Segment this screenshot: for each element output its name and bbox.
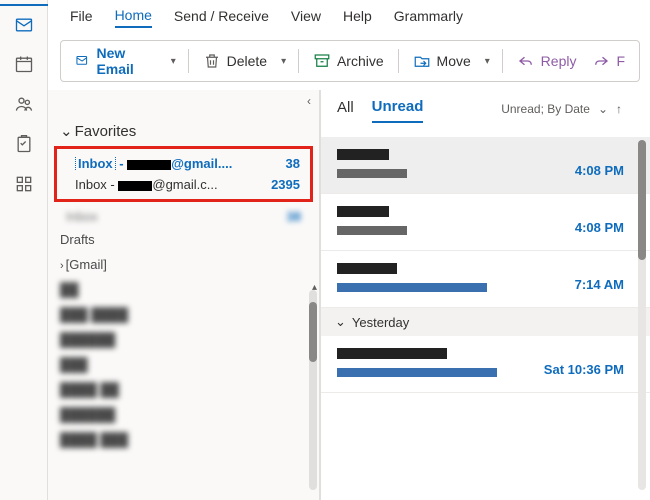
collapse-tree-button[interactable]: ‹ [307, 94, 311, 108]
apps-rail-button[interactable] [0, 164, 48, 204]
mail-rail-button[interactable] [0, 4, 48, 44]
message-time: 7:14 AM [575, 277, 624, 292]
reply-icon [517, 52, 535, 70]
calendar-rail-button[interactable] [0, 44, 48, 84]
people-icon [14, 94, 34, 114]
archive-icon [313, 52, 331, 70]
favorites-header[interactable]: ⌄Favorites [48, 118, 319, 146]
chevron-down-icon: ⌄ [60, 122, 73, 140]
filter-label[interactable]: Unread; By Date [501, 102, 590, 116]
list-scroll-thumb[interactable] [638, 140, 646, 260]
favorite-inbox-2[interactable]: Inbox - @gmail.c... 2395 [61, 174, 306, 195]
inbox-dup-label: Inbox [66, 209, 281, 224]
favorites-label: Favorites [75, 123, 137, 140]
folder-item[interactable]: ████ ██ [60, 377, 307, 402]
delete-label: Delete [227, 53, 267, 69]
inbox-dup-count: 38 [281, 209, 301, 224]
group-yesterday-label: Yesterday [352, 315, 409, 330]
inbox-folder[interactable]: Inbox38 [60, 206, 307, 227]
tasks-rail-button[interactable] [0, 124, 48, 164]
menu-send-receive[interactable]: Send / Receive [174, 8, 269, 27]
folder-item[interactable]: ████ ███ [60, 427, 307, 452]
gmail-label: [Gmail] [66, 257, 107, 272]
new-email-dropdown[interactable]: ▾ [167, 56, 180, 67]
menu-home[interactable]: Home [115, 7, 152, 28]
tree-scrollbar[interactable] [309, 290, 317, 490]
separator [398, 49, 399, 73]
archive-label: Archive [337, 53, 384, 69]
reply-button[interactable]: Reply [511, 48, 583, 74]
message-time: 4:08 PM [575, 163, 624, 178]
mail-plus-icon [75, 52, 90, 70]
message-item[interactable]: 7:14 AM [321, 251, 650, 308]
chevron-right-icon: › [60, 260, 64, 272]
message-item[interactable]: Sat 10:36 PM [321, 336, 650, 393]
message-sender [337, 204, 634, 220]
annotation-highlight: Inbox - @gmail.... 38 Inbox - @gmail.c..… [54, 146, 313, 202]
inbox1-label: Inbox [75, 156, 116, 171]
folder-item[interactable]: ██ [60, 277, 307, 302]
calendar-icon [14, 54, 34, 74]
drafts-label: Drafts [60, 232, 95, 247]
reply-label: Reply [541, 53, 577, 69]
message-sender [337, 346, 634, 362]
archive-button[interactable]: Archive [307, 48, 390, 74]
menu-view[interactable]: View [291, 8, 321, 27]
inbox2-label: Inbox - [75, 177, 115, 192]
message-sender [337, 261, 634, 277]
separator [502, 49, 503, 73]
message-sender [337, 147, 634, 163]
delete-dropdown[interactable]: ▾ [277, 56, 290, 67]
forward-button[interactable]: F [586, 48, 631, 74]
folder-item[interactable]: ██████ [60, 327, 307, 352]
tree-scroll-thumb[interactable] [309, 302, 317, 362]
mail-icon [14, 15, 34, 35]
redacted-text [118, 181, 152, 191]
message-time: Sat 10:36 PM [544, 362, 624, 377]
tasks-icon [14, 134, 34, 154]
delete-button[interactable]: Delete [197, 48, 273, 74]
new-email-label: New Email [96, 45, 156, 77]
inbox2-account: @gmail.c... [152, 177, 217, 192]
message-item[interactable]: 4:08 PM [321, 137, 650, 194]
menu-file[interactable]: File [70, 8, 93, 27]
move-label: Move [437, 53, 471, 69]
drafts-folder[interactable]: Drafts [60, 227, 307, 252]
move-button[interactable]: Move [407, 48, 477, 74]
separator [188, 49, 189, 73]
forward-label: F [616, 53, 625, 69]
inbox1-count: 38 [280, 156, 300, 171]
menu-help[interactable]: Help [343, 8, 372, 27]
move-icon [413, 52, 431, 70]
group-yesterday[interactable]: ⌄ Yesterday [321, 308, 650, 336]
separator [298, 49, 299, 73]
folder-item[interactable]: ██████ [60, 402, 307, 427]
apps-icon [14, 174, 34, 194]
redacted-text [127, 160, 171, 170]
favorite-inbox-1[interactable]: Inbox - @gmail.... 38 [61, 153, 306, 174]
move-dropdown[interactable]: ▾ [481, 56, 494, 67]
folder-item[interactable]: ███ ████ [60, 302, 307, 327]
list-scrollbar[interactable] [638, 140, 646, 490]
people-rail-button[interactable] [0, 84, 48, 124]
filter-dropdown-icon[interactable]: ⌄ [598, 102, 608, 116]
tab-all[interactable]: All [337, 99, 354, 122]
gmail-folder[interactable]: ›[Gmail] [60, 252, 307, 277]
inbox2-count: 2395 [265, 177, 300, 192]
chevron-down-icon: ⌄ [335, 314, 346, 330]
message-item[interactable]: 4:08 PM [321, 194, 650, 251]
message-time: 4:08 PM [575, 220, 624, 235]
inbox1-account: @gmail.... [171, 156, 232, 171]
menu-grammarly[interactable]: Grammarly [394, 8, 463, 27]
forward-icon [592, 52, 610, 70]
tab-unread[interactable]: Unread [372, 98, 424, 123]
new-email-button[interactable]: New Email [69, 41, 163, 81]
sort-direction-icon[interactable]: ↑ [616, 102, 622, 116]
trash-icon [203, 52, 221, 70]
folder-item[interactable]: ███ [60, 352, 307, 377]
